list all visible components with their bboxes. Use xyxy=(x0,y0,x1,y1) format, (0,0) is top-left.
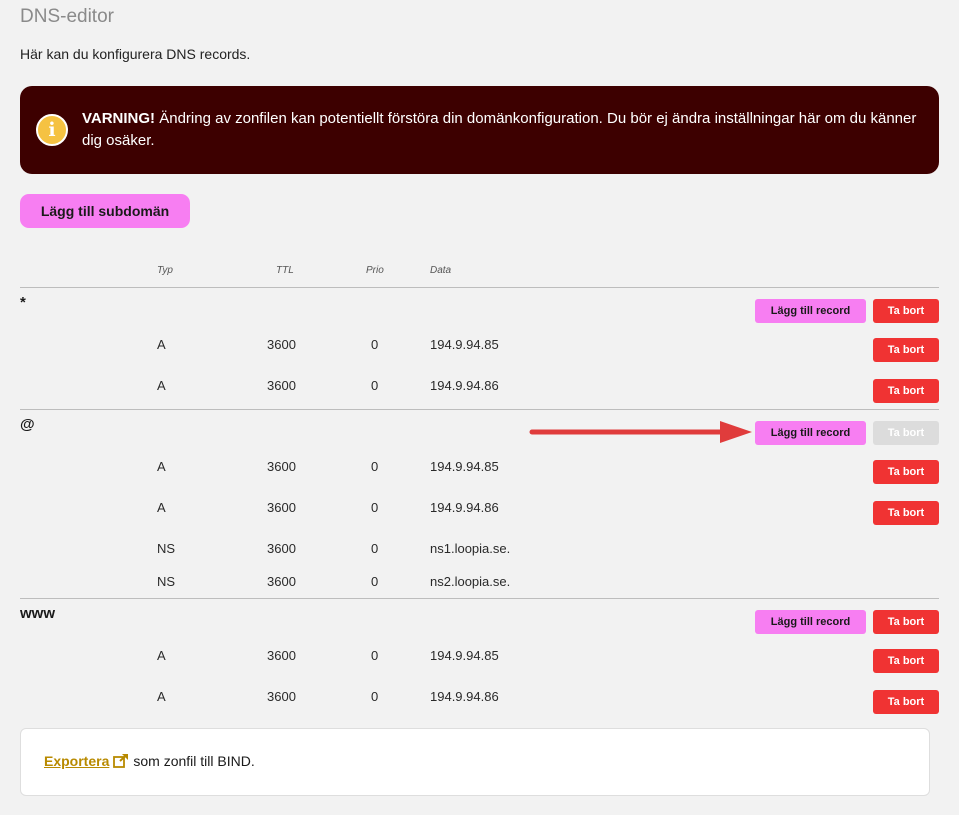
record-ttl: 3600 xyxy=(267,689,296,704)
delete-group-button-disabled: Ta bort xyxy=(873,421,939,445)
delete-record-button[interactable]: Ta bort xyxy=(873,460,939,484)
record-prio: 0 xyxy=(371,648,379,663)
group-divider xyxy=(20,598,939,599)
record-prio: 0 xyxy=(371,574,379,589)
record-type: NS xyxy=(157,541,176,556)
record-prio: 0 xyxy=(371,459,379,474)
delete-record-button[interactable]: Ta bort xyxy=(873,338,939,362)
warning-banner: i VARNING! Ändring av zonfilen kan poten… xyxy=(20,86,939,174)
add-record-button[interactable]: Lägg till record xyxy=(755,421,866,445)
group-name: * xyxy=(20,294,26,311)
export-link[interactable]: Exportera xyxy=(44,753,109,769)
record-type: NS xyxy=(157,574,176,589)
record-type: A xyxy=(157,648,166,663)
warning-bold: VARNING! xyxy=(82,110,156,127)
delete-record-button[interactable]: Ta bort xyxy=(873,690,939,714)
record-data: ns2.loopia.se. xyxy=(430,574,511,589)
record-prio: 0 xyxy=(371,541,379,556)
warning-text: VARNING! Ändring av zonfilen kan potenti… xyxy=(82,108,919,152)
column-header-data: Data xyxy=(430,265,452,276)
column-header-ttl: TTL xyxy=(276,265,294,276)
delete-record-button[interactable]: Ta bort xyxy=(873,501,939,525)
column-header-typ: Typ xyxy=(157,265,173,276)
record-prio: 0 xyxy=(371,337,379,352)
record-ttl: 3600 xyxy=(267,574,296,589)
group-divider xyxy=(20,409,939,410)
add-record-button[interactable]: Lägg till record xyxy=(755,299,866,323)
record-ttl: 3600 xyxy=(267,541,296,556)
record-data: 194.9.94.86 xyxy=(430,500,499,515)
info-icon: i xyxy=(36,114,68,146)
record-ttl: 3600 xyxy=(267,378,296,393)
record-prio: 0 xyxy=(371,500,379,515)
group-divider xyxy=(20,287,939,288)
record-ttl: 3600 xyxy=(267,648,296,663)
delete-group-button[interactable]: Ta bort xyxy=(873,299,939,323)
record-type: A xyxy=(157,337,166,352)
export-text: som zonfil till BIND. xyxy=(133,753,255,769)
annotation-arrow-icon xyxy=(529,421,752,443)
record-ttl: 3600 xyxy=(267,459,296,474)
record-prio: 0 xyxy=(371,689,379,704)
record-data: 194.9.94.86 xyxy=(430,689,499,704)
warning-body: Ändring av zonfilen kan potentiellt förs… xyxy=(82,110,917,149)
record-data: 194.9.94.85 xyxy=(430,337,499,352)
record-ttl: 3600 xyxy=(267,337,296,352)
page-intro: Här kan du konfigurera DNS records. xyxy=(20,46,251,62)
add-subdomain-button[interactable]: Lägg till subdomän xyxy=(20,194,190,228)
column-header-prio: Prio xyxy=(366,265,384,276)
group-name: www xyxy=(20,605,56,622)
delete-group-button[interactable]: Ta bort xyxy=(873,610,939,634)
record-type: A xyxy=(157,378,166,393)
record-type: A xyxy=(157,500,166,515)
group-name: @ xyxy=(20,416,35,433)
record-data: 194.9.94.85 xyxy=(430,648,499,663)
record-ttl: 3600 xyxy=(267,500,296,515)
add-record-button[interactable]: Lägg till record xyxy=(755,610,866,634)
record-prio: 0 xyxy=(371,378,379,393)
record-data: 194.9.94.85 xyxy=(430,459,499,474)
export-line: Exportera som zonfil till BIND. xyxy=(44,753,255,769)
delete-record-button[interactable]: Ta bort xyxy=(873,649,939,673)
external-link-icon xyxy=(113,754,129,768)
delete-record-button[interactable]: Ta bort xyxy=(873,379,939,403)
record-type: A xyxy=(157,459,166,474)
record-data: ns1.loopia.se. xyxy=(430,541,511,556)
page-title: DNS-editor xyxy=(20,6,114,27)
record-type: A xyxy=(157,689,166,704)
export-panel: Exportera som zonfil till BIND. xyxy=(20,728,930,796)
record-data: 194.9.94.86 xyxy=(430,378,499,393)
